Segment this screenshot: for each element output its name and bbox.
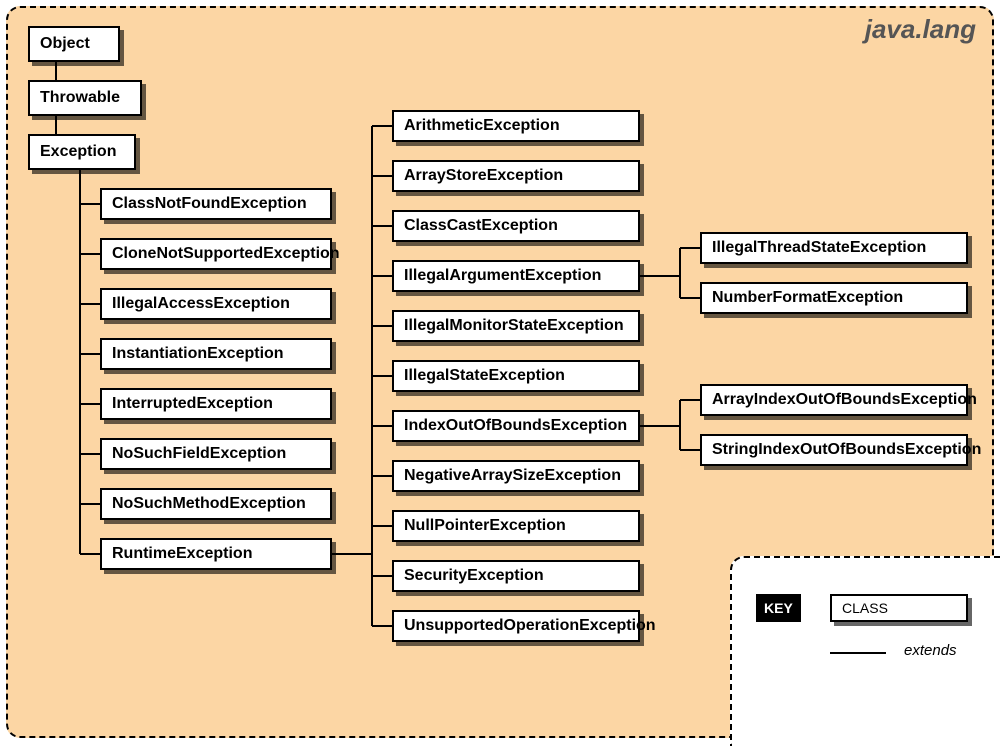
class-runtime-child: SecurityException [392,560,640,592]
class-child: NoSuchFieldException [100,438,332,470]
class-ioob-child: ArrayIndexOutOfBoundsException [700,384,968,416]
class-runtime-child: ClassCastException [392,210,640,242]
class-child: InstantiationException [100,338,332,370]
class-ioob-child: StringIndexOutOfBoundsException [700,434,968,466]
class-runtime-child: UnsupportedOperationException [392,610,640,642]
class-indexoutofboundsexception: IndexOutOfBoundsException [392,410,640,442]
class-runtime-child: NullPointerException [392,510,640,542]
key-extends-label: extends [904,642,957,659]
diagram-canvas: java.lang Object Throwable Exception Cla… [0,0,1000,746]
key-cutout [730,556,1000,746]
class-runtime-child: IllegalMonitorStateException [392,310,640,342]
class-object: Object [28,26,120,62]
class-throwable: Throwable [28,80,142,116]
key-class-box: CLASS [830,594,968,622]
class-illarg-child: IllegalThreadStateException [700,232,968,264]
key-extends-line [830,652,886,654]
class-illarg-child: NumberFormatException [700,282,968,314]
class-runtime-child: IllegalStateException [392,360,640,392]
class-child: CloneNotSupportedException [100,238,332,270]
class-child: InterruptedException [100,388,332,420]
package-label: java.lang [865,14,976,45]
class-child: NoSuchMethodException [100,488,332,520]
class-child: IllegalAccessException [100,288,332,320]
class-runtime-child: NegativeArraySizeException [392,460,640,492]
class-exception: Exception [28,134,136,170]
class-illegalargumentexception: IllegalArgumentException [392,260,640,292]
class-runtime-child: ArrayStoreException [392,160,640,192]
class-child: ClassNotFoundException [100,188,332,220]
key-label: KEY [756,594,801,622]
class-runtimeexception: RuntimeException [100,538,332,570]
class-runtime-child: ArithmeticException [392,110,640,142]
